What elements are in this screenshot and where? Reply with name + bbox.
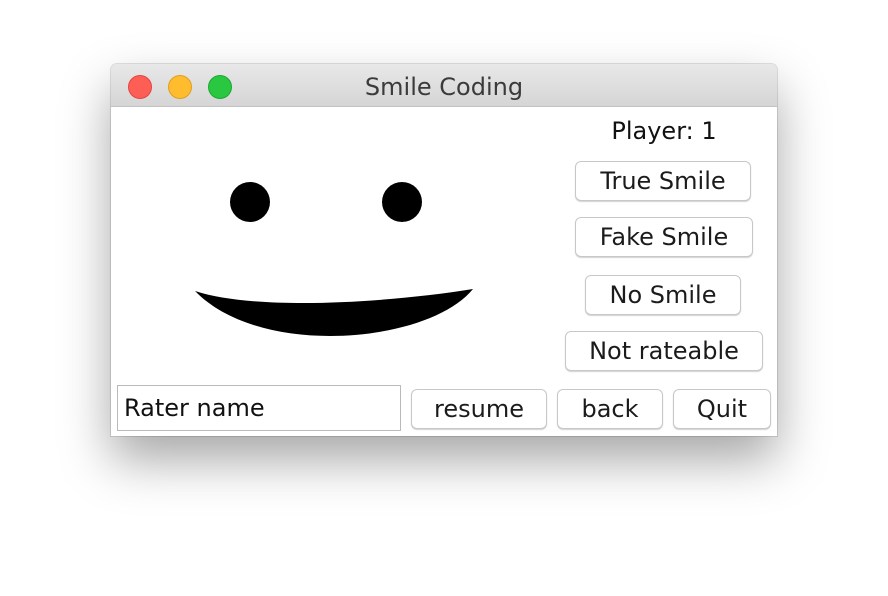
- rater-name-input[interactable]: Rater name: [117, 385, 401, 431]
- back-button[interactable]: back: [557, 389, 663, 429]
- resume-button[interactable]: resume: [411, 389, 547, 429]
- smiley-face-icon: [195, 182, 473, 336]
- window-title: Smile Coding: [364, 73, 524, 101]
- not-rateable-button[interactable]: Not rateable: [565, 331, 763, 371]
- no-smile-button[interactable]: No Smile: [585, 275, 741, 315]
- player-label: Player: 1: [611, 117, 717, 145]
- right-eye: [382, 182, 422, 222]
- left-eye: [230, 182, 270, 222]
- quit-button[interactable]: Quit: [673, 389, 771, 429]
- app-window: Smile Coding Player: 1 True Smile Fake S…: [111, 64, 777, 436]
- window-content: Player: 1 True Smile Fake Smile No Smile…: [111, 107, 777, 436]
- smile-mouth: [195, 289, 473, 336]
- true-smile-button[interactable]: True Smile: [575, 161, 751, 201]
- title-bar[interactable]: Smile Coding: [111, 64, 777, 107]
- fake-smile-button[interactable]: Fake Smile: [575, 217, 753, 257]
